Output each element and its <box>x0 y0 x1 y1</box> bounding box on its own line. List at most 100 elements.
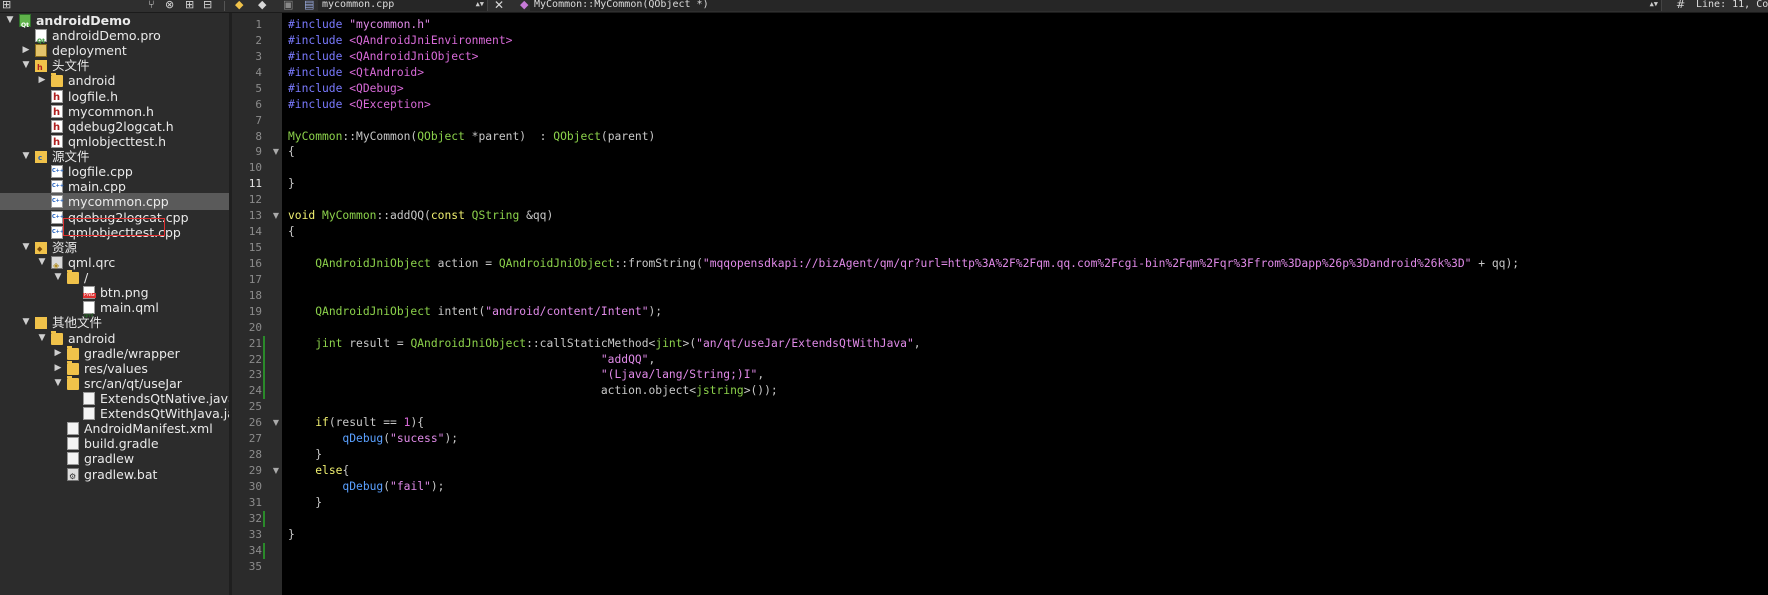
close-document-icon[interactable]: ✕ <box>494 0 504 12</box>
code-line[interactable]: "(Ljava/lang/String;)I", <box>288 367 764 383</box>
line-number: 32 <box>248 511 262 525</box>
code-token: , <box>913 336 921 350</box>
method-icon: ◆ <box>520 0 529 11</box>
chevron-down-icon: ▲▼ <box>475 0 484 8</box>
line-number: 18 <box>248 288 262 302</box>
code-token: <QException> <box>349 97 431 111</box>
folder-icon <box>67 345 79 360</box>
fold-marker-icon[interactable]: ▼ <box>271 208 281 224</box>
folder-icon <box>51 330 63 345</box>
qrc-icon <box>51 255 63 274</box>
code-line[interactable]: { <box>288 224 295 240</box>
split-icon[interactable]: ⊞ <box>2 0 11 12</box>
code-line[interactable]: action.object<jstring>()); <box>288 383 778 399</box>
code-line[interactable]: QAndroidJniObject intent("android/conten… <box>288 304 662 320</box>
code-token: QObject <box>417 129 465 143</box>
line-number: 31 <box>248 495 262 509</box>
filter-icon[interactable]: ⑂ <box>148 0 155 12</box>
fold-marker-icon[interactable]: ▼ <box>271 463 281 479</box>
toolbar-separator <box>224 1 225 11</box>
code-token: const <box>430 209 472 223</box>
line-number: 14 <box>248 225 262 239</box>
code-line[interactable]: } <box>288 495 322 511</box>
code-token: <QDebug> <box>349 81 404 95</box>
change-marker <box>263 383 265 400</box>
other-icon <box>35 317 47 330</box>
code-token: { <box>342 464 350 478</box>
code-token: ); <box>648 304 663 318</box>
code-token: } <box>288 448 323 462</box>
code-token: #include <box>288 65 350 79</box>
code-token: #include <box>288 33 350 47</box>
proj-icon <box>19 14 31 34</box>
code-token: } <box>288 527 295 541</box>
code-line[interactable]: } <box>288 447 322 463</box>
code-line[interactable]: #include <QAndroidJniObject> <box>288 49 478 65</box>
code-token: <QAndroidJniObject> <box>349 49 479 63</box>
code-line[interactable]: if(result == 1){ <box>288 415 424 431</box>
code-token: #include <box>288 49 350 63</box>
code-line[interactable]: void MyCommon::addQQ(const QString &qq) <box>288 208 553 224</box>
code-token: action.object< <box>288 384 697 398</box>
code-token: "mqqopensdkapi://bizAgent/qm/qr?url=http… <box>702 256 1472 270</box>
code-token: jint <box>655 336 683 350</box>
code-token: "android/content/Intent" <box>485 304 649 318</box>
back-arrow-icon[interactable]: ◆ <box>235 0 243 12</box>
cpp-icon <box>51 195 64 209</box>
code-line[interactable]: qDebug("fail"); <box>288 479 444 495</box>
h-icon <box>51 89 63 106</box>
file-icon <box>83 407 95 421</box>
symbol-combo[interactable]: MyCommon::MyCommon(QObject *) ▲▼ <box>530 0 1662 11</box>
code-line[interactable]: { <box>288 144 295 160</box>
code-line[interactable]: #include <QDebug> <box>288 81 404 97</box>
file-icon <box>67 422 79 436</box>
hash-icon[interactable]: # <box>1676 0 1685 12</box>
cpp-icon <box>51 225 64 239</box>
forward-arrow-icon[interactable]: ◆ <box>258 0 266 12</box>
code-line[interactable]: else{ <box>288 463 349 479</box>
add-split-icon[interactable]: ⊞ <box>185 0 194 12</box>
code-token: QAndroidJniObject <box>498 256 615 270</box>
code-token: QAndroidJniObject <box>410 336 527 350</box>
cursor-position[interactable]: Line: 11, Co <box>1688 0 1768 11</box>
code-token: ){ <box>410 416 425 430</box>
code-token: *parent) : <box>464 129 554 143</box>
open-documents-combo[interactable]: mycommon.cpp ▲▼ <box>318 0 488 11</box>
link-icon[interactable]: ⊗ <box>165 0 174 12</box>
code-line[interactable]: #include <QtAndroid> <box>288 65 424 81</box>
line-number: 28 <box>248 448 262 462</box>
code-line[interactable]: QAndroidJniObject action = QAndroidJniOb… <box>288 256 1519 272</box>
code-token: ); <box>430 479 445 493</box>
fold-marker-icon[interactable]: ▼ <box>271 144 281 160</box>
change-marker <box>263 542 265 559</box>
line-number: 23 <box>248 368 262 382</box>
code-line[interactable]: jint result = QAndroidJniObject::callSta… <box>288 336 921 352</box>
code-line[interactable]: MyCommon::MyCommon(QObject *parent) : QO… <box>288 129 655 145</box>
code-line[interactable]: } <box>288 176 295 192</box>
close-split-icon[interactable]: ⊟ <box>203 0 212 12</box>
code-editor[interactable]: #include "mycommon.h" #include <QAndroidJ… <box>282 13 1768 595</box>
code-line[interactable]: #include "mycommon.h" <box>288 17 431 33</box>
tree-item[interactable]: gradlew.bat <box>0 466 229 485</box>
code-line[interactable]: "addQQ", <box>288 352 655 368</box>
code-token: QObject <box>553 129 601 143</box>
code-token: "fail" <box>390 479 431 493</box>
change-marker <box>263 351 265 368</box>
line-number-gutter[interactable]: 1 2 3 4 5 6 7 8 9 ▼ 10 11 12 13 ▼ 14 15 16 17 18 19 20 21 22 23 2… <box>232 13 282 595</box>
change-marker <box>263 367 265 384</box>
line-number: 27 <box>248 432 262 446</box>
code-token: } <box>288 177 295 191</box>
code-token: ); <box>444 432 459 446</box>
fold-marker-icon[interactable]: ▼ <box>271 415 281 431</box>
project-tree[interactable]: ▼androidDemoandroidDemo.pro▶deployment▼头… <box>0 13 229 595</box>
folder-icon <box>67 360 79 375</box>
file-icon <box>83 392 95 405</box>
line-number: 5 <box>255 81 262 95</box>
code-line[interactable]: #include <QAndroidJniEnvironment> <box>288 33 512 49</box>
code-token: >()); <box>743 384 778 398</box>
code-line[interactable]: } <box>288 527 295 543</box>
code-line[interactable]: #include <QException> <box>288 97 431 113</box>
code-line[interactable]: qDebug("sucess"); <box>288 431 458 447</box>
code-token: intent( <box>430 304 486 318</box>
